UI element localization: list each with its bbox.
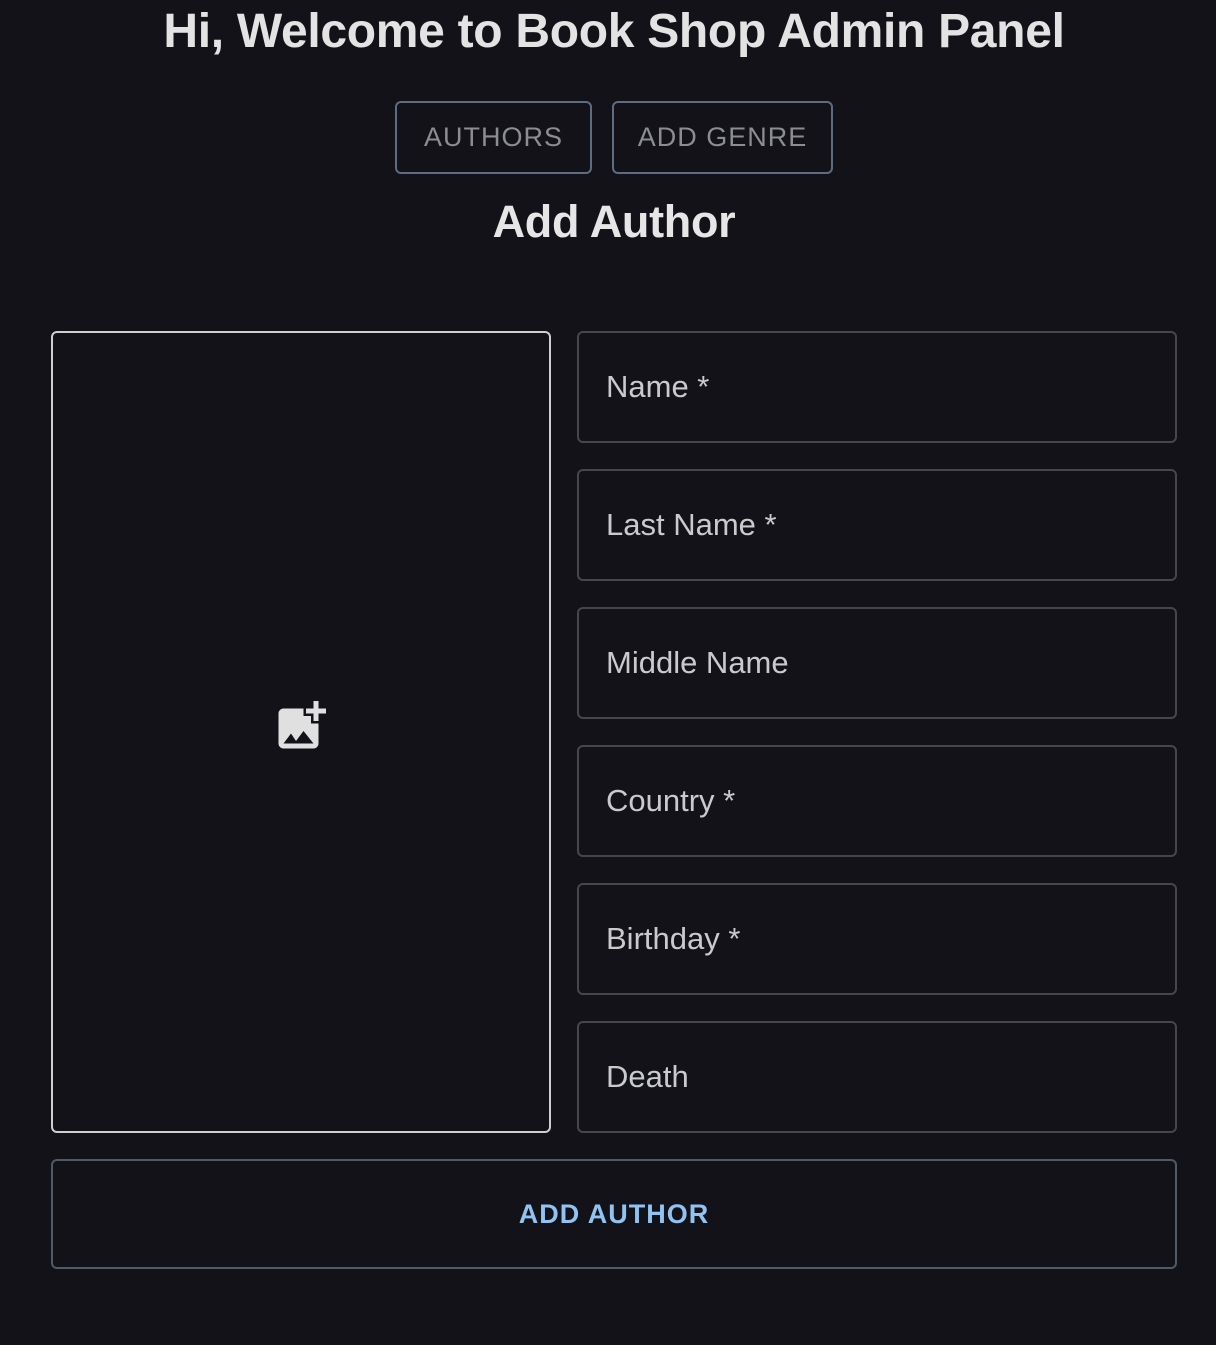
page-title: Hi, Welcome to Book Shop Admin Panel xyxy=(163,5,1065,58)
country-field-label: Country * xyxy=(606,783,736,818)
admin-page: Hi, Welcome to Book Shop Admin Panel AUT… xyxy=(0,0,1216,1345)
form-title: Add Author xyxy=(492,196,736,247)
add-photo-icon xyxy=(271,701,331,761)
death-field-label: Death xyxy=(606,1059,689,1094)
name-field-label: Name * xyxy=(606,369,710,404)
birthday-field[interactable]: Birthday * xyxy=(577,883,1177,995)
name-field[interactable]: Name * xyxy=(577,331,1177,443)
authors-button[interactable]: AUTHORS xyxy=(395,101,592,174)
death-field[interactable]: Death xyxy=(577,1021,1177,1133)
country-field[interactable]: Country * xyxy=(577,745,1177,857)
top-nav: AUTHORS ADD GENRE xyxy=(395,101,833,174)
add-genre-button[interactable]: ADD GENRE xyxy=(612,101,833,174)
birthday-field-label: Birthday * xyxy=(606,921,741,956)
image-upload-area[interactable] xyxy=(51,331,551,1133)
last-name-field-label: Last Name * xyxy=(606,507,777,542)
author-fields: Name * Last Name * Middle Name Country *… xyxy=(577,331,1177,1133)
middle-name-field[interactable]: Middle Name xyxy=(577,607,1177,719)
middle-name-field-label: Middle Name xyxy=(606,645,789,680)
last-name-field[interactable]: Last Name * xyxy=(577,469,1177,581)
add-author-button[interactable]: ADD AUTHOR xyxy=(51,1159,1177,1269)
